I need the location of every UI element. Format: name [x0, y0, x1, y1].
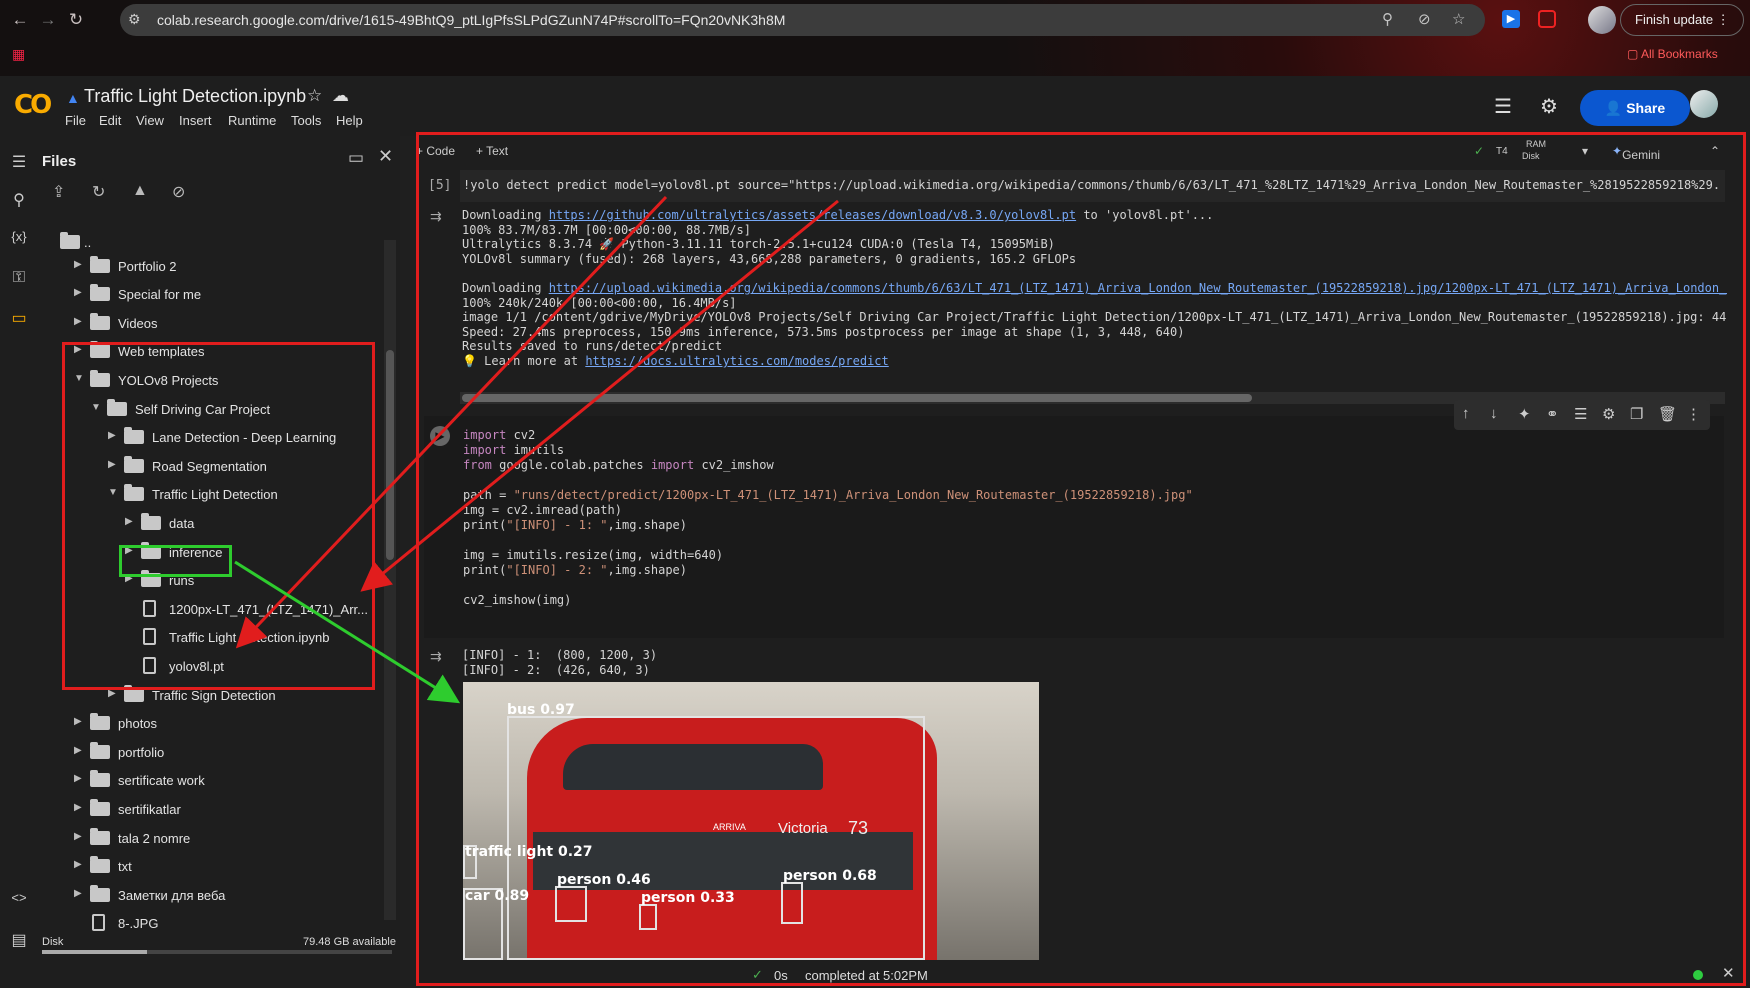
chevron-icon[interactable]: ▶	[74, 802, 82, 813]
folder-icon	[90, 770, 110, 788]
file-item[interactable]: 8-.JPG	[74, 909, 380, 932]
folder-icon	[90, 741, 110, 759]
highlight-notebook	[416, 132, 1746, 986]
refresh-icon[interactable]: ↻	[92, 182, 105, 202]
tree-label: Заметки для веба	[118, 887, 226, 903]
tree-label: txt	[118, 859, 132, 875]
url-text[interactable]: colab.research.google.com/drive/1615-49B…	[157, 12, 785, 28]
folder-item[interactable]: ▶ sertificate work	[74, 766, 380, 794]
folder-up-icon	[60, 232, 80, 249]
files-title: Files	[42, 153, 77, 170]
account-avatar[interactable]	[1690, 90, 1718, 118]
settings-icon[interactable]: ⚙	[1540, 94, 1558, 119]
zoom-icon[interactable]: ⚲	[1382, 10, 1393, 28]
folder-icon	[90, 799, 110, 816]
menu-tools[interactable]: Tools	[291, 113, 321, 128]
folder-item[interactable]: ▶ photos	[74, 709, 380, 737]
chevron-icon[interactable]: ▶	[74, 888, 82, 899]
folder-icon	[90, 713, 110, 731]
chevron-icon[interactable]: ▶	[74, 773, 82, 784]
folder-item[interactable]: ▶ txt	[74, 852, 380, 880]
profile-avatar[interactable]	[1588, 6, 1616, 34]
disk-free: 79.48 GB available	[303, 936, 396, 948]
site-info-icon[interactable]: ⚙	[128, 11, 141, 28]
apps-grid-icon[interactable]: ▦	[12, 46, 28, 62]
tree-label: sertifikatlar	[118, 802, 181, 817]
chevron-icon[interactable]: ▶	[74, 716, 82, 727]
chevron-icon[interactable]: ▶	[74, 745, 82, 756]
files-scrollbar[interactable]	[384, 240, 396, 920]
chevron-icon[interactable]: ▶	[74, 316, 82, 327]
chevron-icon[interactable]: ▶	[74, 259, 82, 270]
mount-drive-icon[interactable]: ▲	[132, 182, 148, 200]
folder-item[interactable]: ▶ Videos	[74, 309, 380, 337]
tree-label: tala 2 nomre	[118, 830, 191, 846]
folder-item[interactable]: ▶ sertifikatlar	[74, 795, 380, 823]
chevron-icon[interactable]: ▶	[74, 287, 82, 298]
menu-file[interactable]: File	[65, 113, 86, 128]
folder-icon	[90, 312, 110, 330]
tree-label: photos	[118, 716, 158, 732]
drive-icon: ▲	[66, 90, 80, 106]
extension-icon[interactable]: ▶	[1502, 10, 1520, 28]
eye-off-icon[interactable]: ⊘	[1418, 10, 1431, 28]
notebook-title[interactable]: Traffic Light Detection.ipynb	[84, 86, 306, 107]
reload-icon[interactable]: ↻	[64, 8, 88, 32]
folder-icon	[90, 856, 110, 874]
star-icon[interactable]: ☆	[1452, 10, 1465, 28]
tree-label: sertificate work	[118, 773, 205, 789]
finish-update-button[interactable]: Finish update ⋮	[1620, 4, 1744, 36]
terminal-icon[interactable]: ▤	[8, 930, 30, 952]
menu-runtime[interactable]: Runtime	[228, 113, 276, 128]
chevron-icon[interactable]: ▶	[74, 831, 82, 842]
tree-label: ..	[84, 235, 92, 250]
hide-files-icon[interactable]: ⊘	[172, 182, 185, 202]
folder-item[interactable]: ▶ Заметки для веба	[74, 881, 380, 909]
tree-label: 8-.JPG	[118, 916, 159, 932]
folder-icon	[90, 827, 110, 845]
file-icon	[92, 914, 105, 932]
chevron-icon[interactable]: ▶	[74, 859, 82, 870]
folder-item[interactable]: ▶ Portfolio 2	[74, 252, 380, 280]
colab-logo[interactable]: CO	[14, 90, 52, 120]
share-button[interactable]: 👤 Share	[1580, 90, 1690, 126]
search-icon[interactable]: ⚲	[8, 190, 30, 212]
menu-insert[interactable]: Insert	[179, 113, 212, 128]
star-icon[interactable]: ☆	[307, 86, 322, 106]
highlight-runs	[119, 545, 232, 577]
open-tab-icon[interactable]: ▭	[348, 148, 364, 168]
all-bookmarks[interactable]: ▢ All Bookmarks	[1627, 47, 1718, 61]
menu-edit[interactable]: Edit	[99, 113, 121, 128]
menu-help[interactable]: Help	[336, 113, 363, 128]
forward-icon[interactable]: →	[36, 8, 60, 32]
extension-red-icon[interactable]	[1538, 10, 1556, 28]
toc-icon[interactable]: ☰	[8, 152, 30, 174]
back-icon[interactable]: ←	[8, 8, 32, 32]
menu-view[interactable]: View	[136, 113, 164, 128]
cloud-icon[interactable]: ☁	[332, 86, 349, 106]
folder-item[interactable]: ▶ portfolio	[74, 738, 380, 766]
folder-item[interactable]: ▶ Special for me	[74, 280, 380, 308]
disk-usage-bar	[42, 950, 392, 954]
tree-label: Videos	[118, 315, 158, 331]
comment-icon[interactable]: ☰	[1494, 94, 1512, 119]
disk-label: Disk	[42, 936, 64, 948]
highlight-yolo-projects	[62, 342, 375, 690]
folder-icon	[90, 255, 110, 273]
tree-label: portfolio	[118, 744, 165, 760]
tree-label: Portfolio 2	[118, 258, 177, 274]
folder-icon	[90, 284, 110, 302]
folder-item[interactable]: ▶ tala 2 nomre	[74, 824, 380, 852]
tree-label: Special for me	[118, 287, 202, 303]
close-icon[interactable]: ✕	[378, 146, 393, 167]
folder-icon	[90, 884, 110, 902]
upload-icon[interactable]: ⇪	[52, 182, 65, 202]
